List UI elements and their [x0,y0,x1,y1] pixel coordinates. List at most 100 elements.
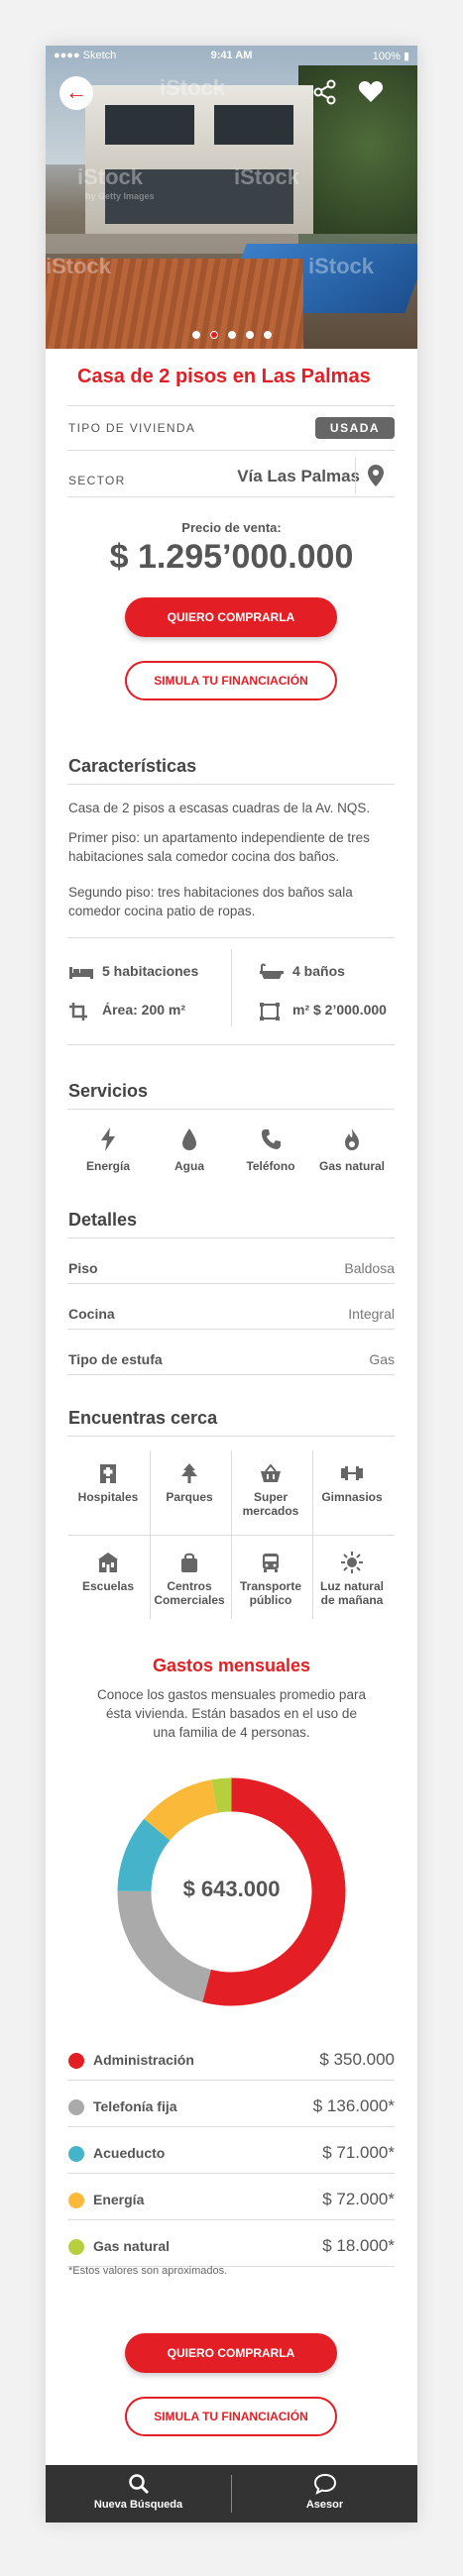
legend-divider [67,2219,395,2220]
legend-color-dot [68,2099,84,2115]
donut-slice-1 [117,1890,212,2002]
service-gas: Gas natural [312,1127,392,1173]
tab-new-search[interactable]: Nueva Búsqueda [46,2465,231,2522]
phone-screen: iStock iStock iStock iStock iStock by Ge… [46,46,417,2522]
tab-label: Asesor [305,2499,344,2511]
sector-value: Vía Las Palmas [237,467,360,485]
bed-icon [69,967,93,979]
arrow-left-icon: ← [65,79,87,104]
legend-divider [67,2173,395,2174]
description-paragraph: Primer piso: un apartamento independient… [68,830,370,864]
nearby-heading: Encuentras cerca [68,1408,218,1428]
legend-divider [67,2080,395,2081]
watermark: iStock [234,164,300,189]
price-label: Precio de venta: [181,520,282,535]
watermark-sub: by Getty Images [85,191,155,201]
map-button[interactable] [355,458,395,493]
property-title: Casa de 2 pisos en Las Palmas [77,366,371,387]
finance-simulator-button-bottom[interactable]: SIMULA TU FINANCIACIÓN [125,2397,337,2436]
nearby-morning-light: Luz natural de mañana [312,1552,392,1607]
nearby-hospitals: Hospitales [68,1462,148,1504]
carousel-dot[interactable] [227,331,236,339]
sun-icon [341,1552,363,1573]
carousel-dot[interactable] [263,331,272,339]
legend-value: $ 72.000* [322,2190,395,2208]
ruler-square-icon [260,1003,280,1020]
dumbbell-icon [341,1466,363,1480]
description-paragraph: Segundo piso: tres habitaciones dos baño… [68,885,353,918]
legend-label: Energía [93,2192,145,2207]
detail-value: Gas [369,1351,395,1367]
service-phone: Teléfono [231,1127,310,1173]
buy-button[interactable]: QUIERO COMPRARLA [125,597,337,637]
nearby-schools: Escuelas [68,1552,148,1593]
service-water: Agua [150,1127,229,1173]
legend-label: Administración [93,2052,194,2068]
school-icon [98,1553,118,1572]
bathtub-icon [260,963,284,979]
share-icon[interactable] [311,78,339,106]
crop-area-icon [69,1003,87,1020]
status-bar: ●●●● Sketch 9:41 AM 100% ▮ [46,46,417,65]
watermark: iStock [77,164,144,189]
tab-label: Nueva Búsqueda [93,2499,183,2511]
legend-value: $ 18.000* [322,2236,395,2255]
donut-slice-4 [211,1777,232,1813]
detail-label: Cocina [68,1306,115,1322]
bus-icon [263,1554,279,1572]
expenses-note: *Estos valores son aproximados. [68,2265,228,2277]
carousel-dot[interactable] [191,331,200,339]
type-label: TIPO DE VIVIENDA [68,421,196,435]
carousel-dot-active[interactable] [209,331,218,339]
clock: 9:41 AM [210,50,253,61]
phone-icon [262,1129,281,1149]
details-heading: Detalles [68,1210,138,1230]
finance-simulator-button[interactable]: SIMULA TU FINANCIACIÓN [125,661,337,700]
lightning-icon [101,1127,115,1151]
status-badge: USADA [315,417,395,439]
flame-icon [345,1128,359,1150]
nearby-gyms: Gimnasios [312,1462,392,1504]
watermark: iStock [308,254,375,278]
nearby-parks: Parques [150,1462,229,1504]
legend-label: Gas natural [93,2238,171,2254]
legend-label: Telefonía fija [93,2098,177,2114]
nearby-supermarkets: Super mercados [231,1462,310,1518]
legend-value: $ 350.000 [319,2050,395,2069]
expenses-description: Conoce los gastos mensuales promedio par… [97,1687,366,1740]
donut-slice-3 [144,1779,218,1841]
carousel-dot[interactable] [245,331,254,339]
service-energy: Energía [68,1127,148,1173]
property-photo[interactable]: iStock iStock iStock iStock iStock by Ge… [46,46,417,349]
services-heading: Servicios [68,1081,149,1101]
legend-divider [67,2126,395,2127]
tab-advisor[interactable]: Asesor [232,2465,417,2522]
nearby-public-transport: Transporte público [231,1552,310,1607]
heart-icon[interactable] [357,78,385,106]
detail-label: Tipo de estufa [68,1351,163,1367]
detail-label: Piso [68,1260,98,1276]
map-pin-icon [368,465,384,486]
water-drop-icon [182,1128,196,1150]
search-icon [128,2474,149,2495]
legend-color-dot [68,2053,84,2069]
legend-value: $ 71.000* [322,2143,395,2162]
tree-icon [181,1463,197,1483]
watermark: iStock [160,75,226,100]
characteristics-heading: Características [68,756,197,776]
bag-icon [181,1553,197,1572]
expenses-total: $ 643.000 [182,1877,281,1901]
watermark: iStock [46,254,112,278]
back-button[interactable]: ← [59,76,93,110]
description-paragraph: Casa de 2 pisos a escasas cuadras de la … [68,801,371,815]
expenses-heading: Gastos mensuales [152,1656,311,1675]
price-value: $ 1.295’000.000 [109,538,354,576]
detail-value: Integral [348,1306,395,1322]
carousel-indicator[interactable] [46,326,417,344]
battery-label: 100% ▮ [372,51,409,62]
basket-icon [261,1463,281,1482]
buy-button-bottom[interactable]: QUIERO COMPRARLA [125,2333,337,2373]
legend-value: $ 136.000* [312,2096,395,2115]
chat-bubble-icon [313,2473,336,2495]
bottom-tab-bar: Nueva Búsqueda Asesor [46,2465,417,2522]
